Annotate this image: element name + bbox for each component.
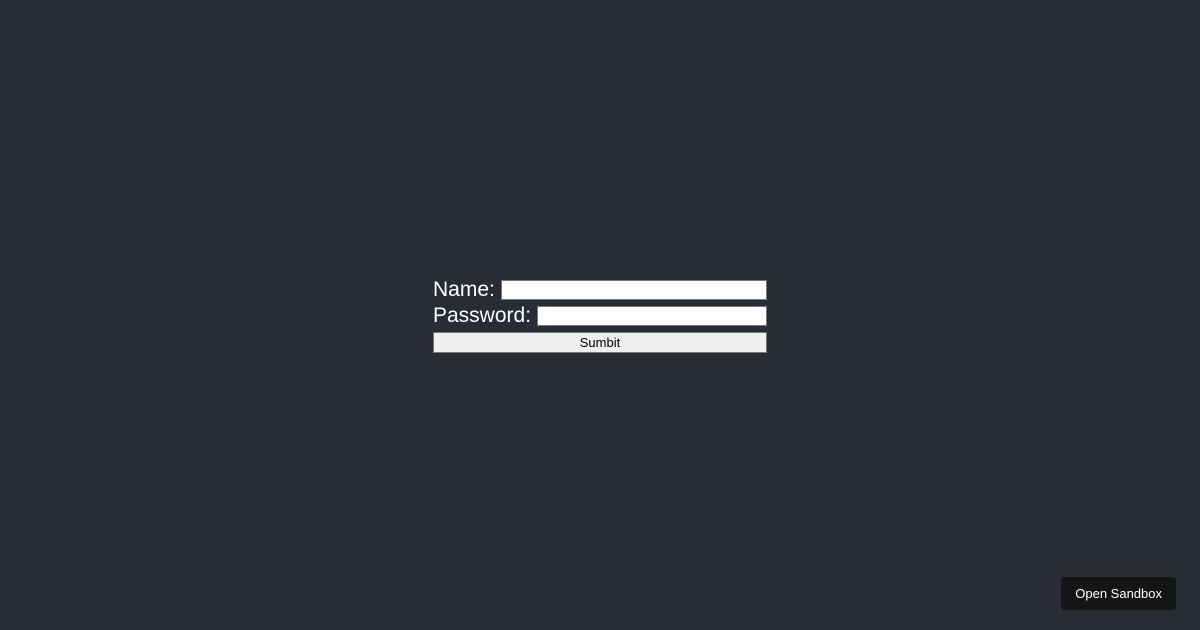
login-form: Name: Password: Sumbit: [433, 278, 767, 353]
name-input[interactable]: [501, 280, 767, 300]
password-label: Password:: [433, 304, 531, 328]
password-row: Password:: [433, 304, 767, 328]
submit-button[interactable]: Sumbit: [433, 332, 767, 353]
name-label: Name:: [433, 278, 495, 302]
open-sandbox-button[interactable]: Open Sandbox: [1061, 577, 1176, 610]
name-row: Name:: [433, 278, 767, 302]
password-input[interactable]: [537, 306, 767, 326]
